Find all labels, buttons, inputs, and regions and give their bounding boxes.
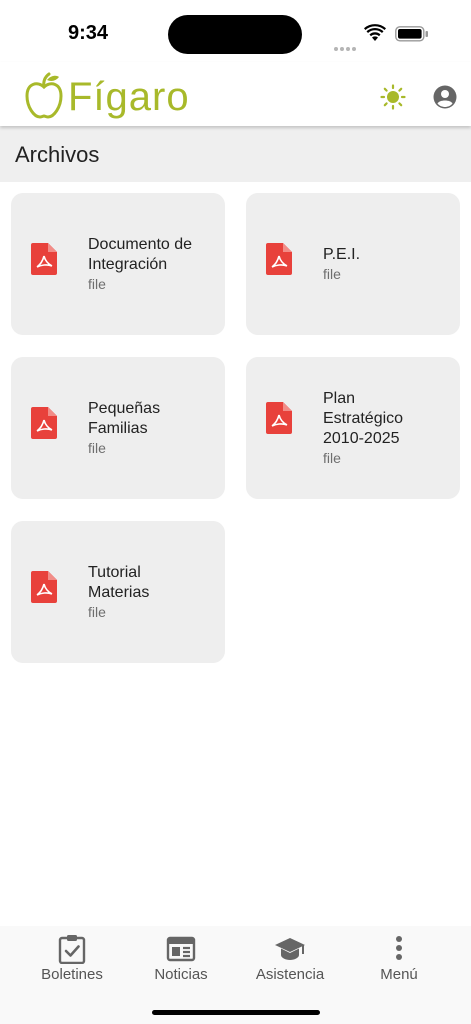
home-indicator — [152, 1010, 320, 1015]
file-type: file — [88, 604, 106, 620]
file-card-documento-integracion[interactable]: Documento de Integración file — [11, 193, 225, 335]
nav-menu[interactable]: Menú — [349, 934, 449, 994]
nav-boletines[interactable]: Boletines — [22, 934, 122, 994]
nav-noticias[interactable]: Noticias — [131, 934, 231, 994]
section-header: Archivos — [0, 126, 471, 182]
app-logo-text: Fígaro — [68, 75, 190, 119]
file-name: Tutorial Materias — [88, 564, 150, 601]
wifi-icon — [364, 24, 386, 41]
file-card-pei[interactable]: P.E.I. file — [246, 193, 460, 335]
file-card-text: Pequeñas Familias file — [88, 399, 188, 457]
pdf-icon — [266, 402, 292, 434]
file-type: file — [323, 450, 341, 466]
nav-asistencia[interactable]: Asistencia — [240, 934, 340, 994]
graduation-cap-icon — [275, 938, 305, 960]
nav-label: Asistencia — [255, 966, 325, 983]
file-name: P.E.I. — [323, 246, 361, 263]
pdf-icon — [31, 243, 57, 275]
file-card-text: P.E.I. file — [323, 245, 453, 283]
status-bar: 9:34 — [0, 0, 471, 62]
file-name: Documento de Integración — [88, 236, 193, 273]
file-name: Plan Estratégico 2010-2025 — [323, 390, 404, 447]
nav-label: Menú — [380, 966, 418, 983]
page-title: Archivos — [15, 142, 100, 167]
cellular-signal-icon — [334, 38, 358, 56]
file-card-pequenas-familias[interactable]: Pequeñas Familias file — [11, 357, 225, 499]
dynamic-island — [168, 15, 302, 54]
file-card-text: Plan Estratégico 2010-2025 file — [323, 389, 423, 467]
nav-label: Boletines — [41, 966, 103, 983]
file-card-tutorial-materias[interactable]: Tutorial Materias file — [11, 521, 225, 663]
battery-icon — [395, 26, 428, 42]
file-card-plan-estrategico[interactable]: Plan Estratégico 2010-2025 file — [246, 357, 460, 499]
more-vertical-icon — [396, 936, 402, 960]
file-name: Pequeñas Familias — [88, 400, 161, 437]
pdf-icon — [31, 571, 57, 603]
pdf-icon — [266, 243, 292, 275]
account-circle-icon[interactable] — [432, 84, 458, 110]
file-type: file — [323, 266, 341, 282]
file-type: file — [88, 440, 106, 456]
nav-label: Noticias — [154, 966, 208, 983]
file-type: file — [88, 276, 106, 292]
sun-icon[interactable] — [380, 84, 406, 110]
app-header: Fígaro — [0, 62, 471, 126]
file-card-text: Tutorial Materias file — [88, 563, 188, 621]
newspaper-icon — [166, 936, 196, 962]
file-card-text: Documento de Integración file — [88, 235, 218, 293]
status-icons — [334, 24, 429, 51]
status-time: 9:34 — [68, 22, 109, 44]
pdf-icon — [31, 407, 57, 439]
clipboard-check-icon — [58, 935, 86, 964]
apple-logo-icon — [25, 72, 63, 119]
